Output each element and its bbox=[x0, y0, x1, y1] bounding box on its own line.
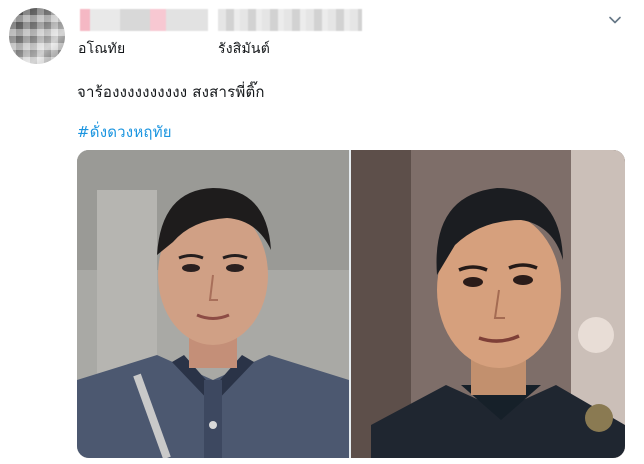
avatar[interactable] bbox=[9, 8, 65, 64]
handle[interactable]: รังสิมันต์ bbox=[218, 38, 270, 60]
blurred-name-1 bbox=[80, 9, 208, 31]
tweet: อโณทัย รังสิมันต์ จาร้องงงงงงงงงง สงสารพ… bbox=[0, 0, 644, 464]
blurred-name-2 bbox=[218, 9, 362, 31]
photo-left[interactable] bbox=[77, 150, 349, 458]
hashtag-link[interactable]: #ดั่งดวงหฤทัย bbox=[77, 120, 172, 144]
photo-right[interactable] bbox=[351, 150, 625, 458]
display-name[interactable]: อโณทัย bbox=[78, 38, 125, 60]
media-grid bbox=[77, 150, 625, 458]
tweet-text: จาร้องงงงงงงงงง สงสารพี่ติ๊ก bbox=[77, 83, 265, 101]
chevron-down-icon[interactable] bbox=[608, 12, 622, 26]
